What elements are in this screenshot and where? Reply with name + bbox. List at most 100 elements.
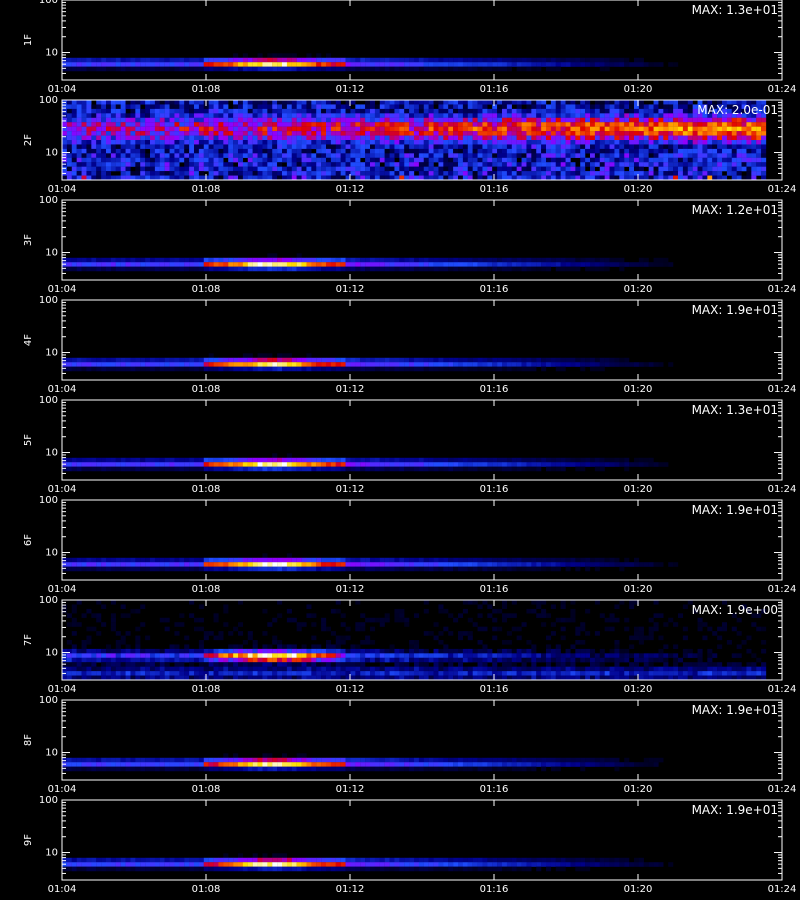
heatmap-cell [311, 462, 317, 467]
heatmap-cell [629, 100, 635, 105]
heatmap-cell [262, 171, 268, 176]
heatmap-cell [433, 635, 439, 641]
heatmap-cell [277, 557, 283, 563]
heatmap-cell [477, 466, 483, 472]
heatmap-cell [262, 566, 268, 572]
heatmap-cell [135, 62, 141, 67]
heatmap-cell [228, 140, 234, 145]
heatmap-cell [125, 566, 131, 572]
heatmap-cell [521, 126, 527, 132]
heatmap-cell [658, 462, 664, 467]
heatmap-cell [169, 108, 175, 114]
heatmap-cell [379, 108, 385, 114]
heatmap-cell [609, 117, 615, 123]
heatmap-cell [345, 262, 351, 267]
heatmap-cell [516, 266, 522, 272]
heatmap-cell [599, 357, 605, 363]
heatmap-cell [565, 148, 571, 154]
heatmap-cell [653, 462, 659, 467]
heatmap-cell [614, 131, 620, 136]
heatmap-cell [467, 117, 473, 123]
heatmap-cell [570, 613, 576, 618]
heatmap-cell [223, 162, 229, 167]
heatmap-cell [536, 466, 542, 472]
heatmap-cell [619, 157, 625, 163]
heatmap-cell [526, 104, 532, 110]
heatmap-cell [658, 171, 664, 176]
heatmap-cell [643, 257, 649, 263]
heatmap-cell [594, 108, 600, 114]
heatmap-cell [110, 126, 116, 132]
heatmap-cell [761, 171, 767, 176]
heatmap-cell [502, 166, 508, 172]
heatmap-cell [316, 157, 322, 163]
x-tick-label: 01:16 [480, 284, 509, 295]
heatmap-cell [560, 126, 566, 132]
heatmap-cell [487, 175, 493, 181]
heatmap-cell [228, 631, 234, 636]
heatmap-cell [321, 126, 327, 132]
heatmap-cell [316, 53, 322, 58]
heatmap-cell [365, 562, 371, 567]
heatmap-cell [106, 644, 112, 650]
heatmap-cell [179, 457, 185, 463]
heatmap-cell [301, 162, 307, 167]
heatmap-cell [335, 62, 341, 67]
heatmap-cell [409, 126, 415, 132]
heatmap-cell [399, 57, 405, 63]
heatmap-cell [71, 104, 77, 110]
heatmap-cell [81, 640, 87, 645]
heatmap-cell [125, 366, 131, 372]
heatmap-cell [306, 175, 312, 181]
heatmap-cell [697, 617, 703, 623]
heatmap-cell [521, 162, 527, 167]
heatmap-cell [213, 126, 219, 132]
heatmap-cell [125, 171, 131, 176]
heatmap-cell [174, 66, 180, 72]
heatmap-cell [712, 153, 718, 158]
heatmap-cell [321, 166, 327, 172]
heatmap-cell [242, 100, 248, 105]
heatmap-cell [194, 362, 200, 367]
heatmap-cell [634, 135, 640, 141]
heatmap-cell [580, 362, 586, 367]
heatmap-cell [233, 57, 239, 63]
heatmap-cell [374, 357, 380, 363]
heatmap-cell [233, 257, 239, 263]
heatmap-cell [145, 108, 151, 114]
heatmap-cell [399, 122, 405, 127]
heatmap-cell [228, 357, 234, 363]
heatmap-cell [91, 131, 97, 136]
heatmap-cell [502, 140, 508, 145]
heatmap-cell [414, 66, 420, 72]
y-tick-label: 100 [39, 95, 58, 106]
heatmap-cell [135, 113, 141, 118]
heatmap-cell [653, 126, 659, 132]
heatmap-cell [526, 131, 532, 136]
heatmap-cell [233, 171, 239, 176]
heatmap-cell [761, 140, 767, 145]
heatmap-cell [546, 566, 552, 572]
heatmap-cell [228, 257, 234, 263]
heatmap-cell [86, 171, 92, 176]
heatmap-cell [575, 462, 581, 467]
heatmap-cell [555, 66, 561, 72]
heatmap-cell [560, 100, 566, 105]
heatmap-cell [355, 557, 361, 563]
heatmap-cell [541, 257, 547, 263]
heatmap-cell [692, 140, 698, 145]
heatmap-cell [120, 257, 126, 263]
heatmap-cell [497, 144, 503, 150]
heatmap-cell [570, 140, 576, 145]
heatmap-cell [629, 171, 635, 176]
heatmap-cell [110, 108, 116, 114]
heatmap-cell [541, 622, 547, 627]
heatmap-cell [374, 562, 380, 567]
heatmap-cell [301, 153, 307, 158]
heatmap-cell [164, 162, 170, 167]
heatmap-cell [169, 113, 175, 118]
heatmap-cell [482, 140, 488, 145]
heatmap-cell [394, 457, 400, 463]
heatmap-cell [154, 166, 160, 172]
heatmap-cell [634, 562, 640, 567]
